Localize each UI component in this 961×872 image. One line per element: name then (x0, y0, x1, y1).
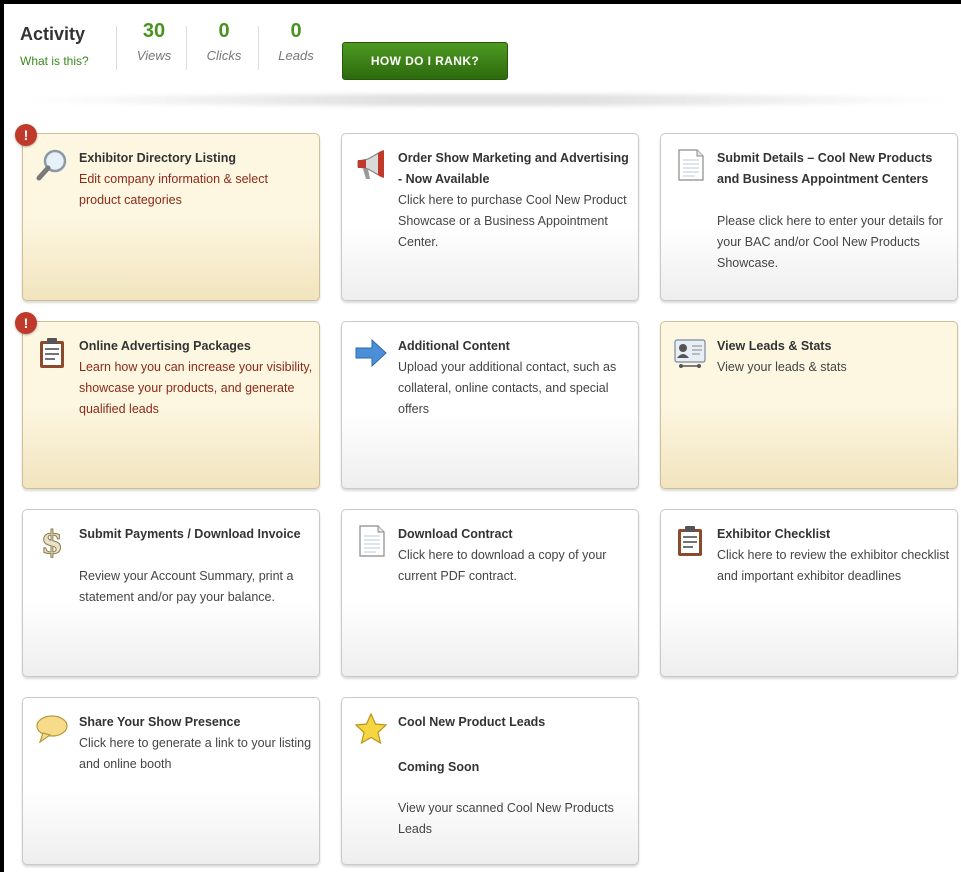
card-view-leads-stats[interactable]: View Leads & Stats View your leads & sta… (660, 321, 958, 489)
views-stat: 30 Views (128, 20, 180, 63)
leads-stat: 0 Leads (270, 20, 322, 63)
card-title: Cool New Product Leads (398, 715, 546, 729)
magnifier-icon (36, 149, 67, 181)
header-shadow (14, 94, 961, 106)
card-description: Learn how you can increase your visibili… (79, 360, 313, 416)
card-description: Click here to download a copy of your cu… (398, 548, 607, 583)
card-title: Download Contract (398, 527, 513, 541)
activity-title: Activity (20, 24, 86, 44)
card-description: Click here to review the exhibitor check… (717, 548, 950, 583)
clipboard-icon (678, 526, 702, 556)
card-order-show-marketing[interactable]: Order Show Marketing and Advertising - N… (341, 133, 639, 301)
id-card-icon (674, 339, 706, 368)
card-title: Exhibitor Checklist (717, 527, 831, 541)
card-title: Share Your Show Presence (79, 715, 241, 729)
card-description: Review your Account Summary, print a sta… (79, 569, 294, 604)
views-count: 30 (142, 20, 166, 42)
divider (116, 26, 117, 70)
card-description: Edit company information & select produc… (79, 172, 268, 207)
card-title: Submit Payments / Download Invoice (79, 527, 301, 541)
how-do-i-rank-button[interactable]: HOW DO I RANK? (342, 42, 508, 80)
star-icon (354, 712, 388, 745)
leads-label: Leads (278, 48, 314, 63)
card-description: Upload your additional contact, such as … (398, 360, 617, 416)
activity-bar: Activity What is this? 30 Views 0 Clicks… (10, 6, 961, 86)
card-title: View Leads & Stats (717, 339, 832, 353)
divider (258, 26, 259, 70)
divider (186, 26, 187, 70)
card-description: View your scanned Cool New Products Lead… (398, 801, 614, 836)
clicks-label: Clicks (206, 48, 242, 63)
card-share-show-presence[interactable]: Share Your Show Presence Click here to g… (22, 697, 320, 865)
card-submit-payments[interactable]: $ Submit Payments / Download Invoice Rev… (22, 509, 320, 677)
clicks-count: 0 (218, 20, 230, 42)
leads-count: 0 (290, 20, 302, 42)
card-title: Submit Details – Cool New Products and B… (717, 151, 933, 186)
clicks-stat: 0 Clicks (198, 20, 250, 63)
card-description: Click here to generate a link to your li… (79, 736, 312, 771)
megaphone-icon (357, 150, 384, 179)
arrow-right-icon (355, 338, 387, 368)
card-exhibitor-directory-listing[interactable]: ! Exhibitor Directory Listing Edit compa… (15, 124, 320, 301)
card-online-advertising-packages[interactable]: ! Online Advertising Packages Learn how … (15, 312, 320, 489)
what-is-this-link[interactable]: What is this? (20, 54, 89, 68)
card-title: Exhibitor Directory Listing (79, 151, 236, 165)
alert-badge: ! (15, 312, 37, 334)
dollar-icon: $ (40, 524, 63, 558)
card-submit-details[interactable]: Submit Details – Cool New Products and B… (660, 133, 958, 301)
document-icon (359, 525, 385, 557)
card-title: Additional Content (398, 339, 510, 353)
card-subtitle: Coming Soon (398, 760, 480, 774)
card-description: View your leads & stats (717, 360, 847, 374)
svg-text:$: $ (41, 524, 63, 558)
card-additional-content[interactable]: Additional Content Upload your additiona… (341, 321, 639, 489)
speech-bubble-icon (36, 715, 68, 744)
document-icon (678, 149, 704, 181)
card-description: Click here to purchase Cool New Product … (398, 193, 627, 249)
card-exhibitor-checklist[interactable]: Exhibitor Checklist Click here to review… (660, 509, 958, 677)
card-description: Please click here to enter your details … (717, 214, 943, 270)
card-cool-new-product-leads[interactable]: Cool New Product Leads Coming Soon View … (341, 697, 639, 865)
card-title: Order Show Marketing and Advertising - N… (398, 151, 629, 186)
card-title: Online Advertising Packages (79, 339, 251, 353)
views-label: Views (136, 48, 172, 63)
card-download-contract[interactable]: Download Contract Click here to download… (341, 509, 639, 677)
alert-badge: ! (15, 124, 37, 146)
clipboard-icon (40, 338, 64, 368)
